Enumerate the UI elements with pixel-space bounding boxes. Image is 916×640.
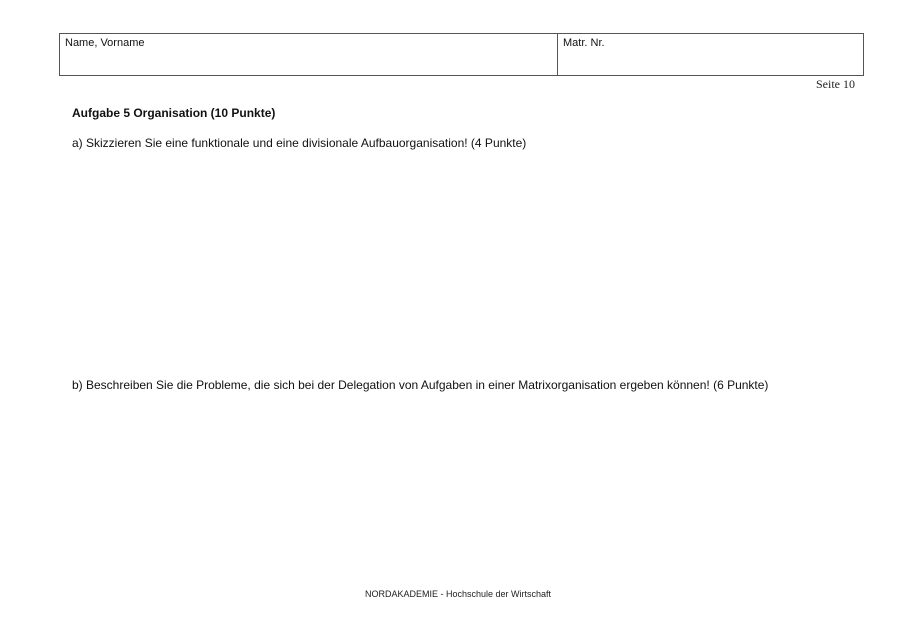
answer-area-a[interactable] xyxy=(72,156,852,368)
name-label: Name, Vorname xyxy=(65,37,145,49)
page-number: Seite 10 xyxy=(816,77,855,91)
question-a: a) Skizzieren Sie eine funktionale und e… xyxy=(72,136,527,150)
footer-institution: NORDAKADEMIE - Hochschule der Wirtschaft xyxy=(364,589,552,599)
matriculation-number-field[interactable]: Matr. Nr. xyxy=(558,34,863,75)
question-b: b) Beschreiben Sie die Probleme, die sic… xyxy=(72,378,769,392)
task-title: Aufgabe 5 Organisation (10 Punkte) xyxy=(72,106,276,120)
student-info-table: Name, Vorname Matr. Nr. xyxy=(59,33,864,76)
answer-area-b[interactable] xyxy=(72,398,852,578)
name-field[interactable]: Name, Vorname xyxy=(60,34,558,75)
matriculation-number-label: Matr. Nr. xyxy=(563,37,605,49)
